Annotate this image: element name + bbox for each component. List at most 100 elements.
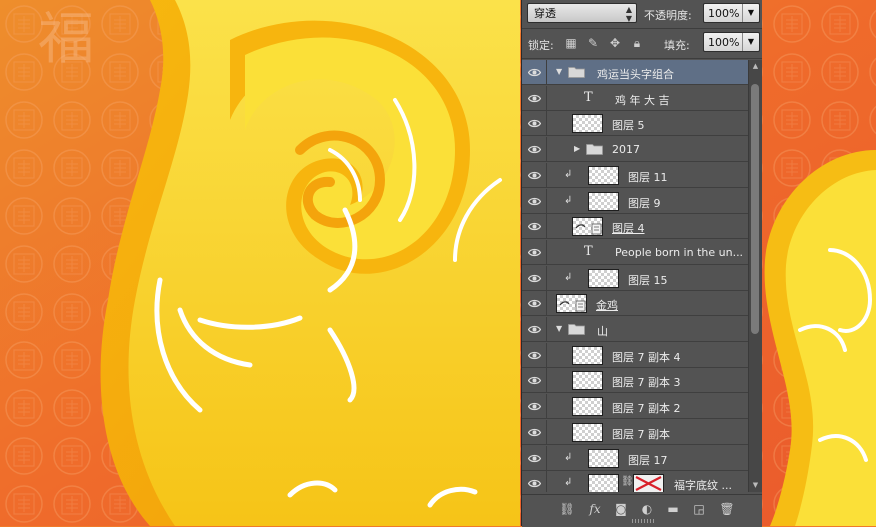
fu-character: 福 xyxy=(38,7,94,72)
layer-thumbnail[interactable] xyxy=(572,397,603,417)
group-expanded-triangle-icon[interactable]: ▼ xyxy=(556,67,566,77)
visibility-eye-icon[interactable] xyxy=(522,137,547,163)
layer-row[interactable]: ↲ 图层 17 xyxy=(522,445,748,471)
folder-icon xyxy=(586,143,603,155)
lock-position-move-icon[interactable]: ✥ xyxy=(608,36,622,50)
visibility-eye-icon[interactable] xyxy=(522,419,547,445)
layer-name: 图层 4 xyxy=(612,222,645,236)
blend-row: 穿透 ▲ ▼ 不透明度: 100% ▼ xyxy=(522,0,762,28)
clipping-mask-arrow-icon: ↲ xyxy=(564,477,573,489)
layers-scrollbar[interactable]: ▲ ▼ xyxy=(748,60,762,492)
layer-thumbnail[interactable] xyxy=(572,345,603,365)
layer-name: 图层 17 xyxy=(628,453,668,467)
scroll-thumb[interactable] xyxy=(751,84,759,334)
divider xyxy=(522,58,762,59)
opacity-value: 100% xyxy=(708,7,740,20)
layer-name: 山 xyxy=(597,325,608,338)
layer-thumbnail[interactable] xyxy=(556,294,587,314)
layer-thumbnail[interactable] xyxy=(588,448,619,468)
lock-label: 锁定: xyxy=(528,39,554,52)
layer-row[interactable]: 图层 4 xyxy=(522,214,748,240)
layer-name: 鸡 年 大 吉 xyxy=(615,93,670,107)
layer-row[interactable]: ↲ 图层 15 xyxy=(522,265,748,291)
fx-icon[interactable]: fx xyxy=(586,501,604,517)
trash-icon[interactable]: 🗑︎ xyxy=(718,501,736,517)
new-layer-icon[interactable]: ◲ xyxy=(690,501,708,517)
mask-icon[interactable]: ◙ xyxy=(612,501,630,517)
layer-row[interactable]: 图层 7 副本 xyxy=(522,419,748,445)
layer-row[interactable]: ▼ 山 xyxy=(522,317,748,342)
visibility-eye-icon[interactable] xyxy=(522,342,547,368)
lock-transparency-icon[interactable]: ▦ xyxy=(564,36,578,50)
layer-row[interactable]: 图层 5 xyxy=(522,111,748,137)
blend-mode-value: 穿透 xyxy=(534,7,556,20)
layer-row[interactable]: 图层 7 副本 2 xyxy=(522,394,748,420)
visibility-eye-icon[interactable] xyxy=(522,60,547,85)
layer-row[interactable]: T People born in the un... xyxy=(522,239,748,265)
group-expanded-triangle-icon[interactable]: ▼ xyxy=(556,324,566,334)
layer-thumbnail[interactable] xyxy=(588,268,619,288)
blend-mode-select[interactable]: 穿透 ▲ ▼ xyxy=(527,3,637,23)
layer-name: 图层 11 xyxy=(628,170,668,184)
link-icon[interactable]: ⛓ xyxy=(558,501,576,517)
visibility-eye-icon[interactable] xyxy=(522,265,547,291)
visibility-eye-icon[interactable] xyxy=(522,368,547,394)
folder-icon[interactable]: ▬ xyxy=(664,501,682,517)
layer-name: 图层 7 副本 3 xyxy=(612,376,681,390)
layer-name: 图层 7 副本 4 xyxy=(612,350,681,364)
layers-bottom-bar: ⛓ fx ◙ ◐ ▬ ◲ 🗑︎ xyxy=(522,494,762,527)
divider xyxy=(522,28,762,29)
visibility-eye-icon[interactable] xyxy=(522,188,547,214)
folder-icon xyxy=(568,66,585,78)
layer-row[interactable]: ↲ 图层 9 xyxy=(522,188,748,214)
layer-row[interactable]: ▶ 2017 xyxy=(522,137,748,163)
layers-list: ▼ 鸡运当头字组合 T 鸡 年 大 吉图层 5 ▶ 2017 ↲ 图层 11 ↲ 图层 9 图层 4… xyxy=(522,60,748,492)
opacity-label: 不透明度: xyxy=(644,9,692,22)
layer-row[interactable]: T鸡 年 大 吉 xyxy=(522,85,748,111)
layer-thumbnail[interactable] xyxy=(588,474,619,492)
lock-all-icon[interactable]: 🔒︎ xyxy=(630,36,644,50)
layer-thumbnail[interactable] xyxy=(572,217,603,237)
layer-row[interactable]: 图层 7 副本 3 xyxy=(522,368,748,394)
scroll-down-icon[interactable]: ▼ xyxy=(749,479,762,492)
visibility-eye-icon[interactable] xyxy=(522,85,547,111)
resize-grip[interactable] xyxy=(632,519,654,523)
layer-thumbnail[interactable] xyxy=(572,422,603,442)
clipping-mask-arrow-icon: ↲ xyxy=(564,451,573,463)
layer-name: 鸡运当头字组合 xyxy=(597,68,674,81)
clipping-mask-arrow-icon: ↲ xyxy=(564,168,573,180)
fill-field[interactable]: 100% ▼ xyxy=(703,32,760,52)
layer-row[interactable]: 金鸡 xyxy=(522,291,748,317)
text-layer-icon: T xyxy=(584,243,593,259)
lock-image-brush-icon[interactable]: ✎ xyxy=(586,36,600,50)
layer-thumbnail[interactable] xyxy=(588,165,619,185)
layer-thumbnail[interactable] xyxy=(588,191,619,211)
layer-thumbnail[interactable] xyxy=(572,114,603,134)
scroll-up-icon[interactable]: ▲ xyxy=(749,60,762,73)
visibility-eye-icon[interactable] xyxy=(522,291,547,317)
visibility-eye-icon[interactable] xyxy=(522,214,547,240)
visibility-eye-icon[interactable] xyxy=(522,111,547,137)
layer-name: 福字底纹 ... xyxy=(674,479,732,492)
visibility-eye-icon[interactable] xyxy=(522,445,547,471)
visibility-eye-icon[interactable] xyxy=(522,162,547,188)
layer-name: 图层 7 副本 2 xyxy=(612,402,681,416)
layer-row[interactable]: ↲ 图层 11 xyxy=(522,162,748,188)
chevron-down-icon[interactable]: ▼ xyxy=(742,4,759,22)
layer-thumbnail[interactable] xyxy=(572,371,603,391)
layer-mask-thumbnail[interactable] xyxy=(633,474,664,492)
group-collapsed-triangle-icon[interactable]: ▶ xyxy=(574,144,584,154)
visibility-eye-icon[interactable] xyxy=(522,471,547,492)
visibility-eye-icon[interactable] xyxy=(522,394,547,420)
layer-row[interactable]: ↲ ⛓ 福字底纹 ... xyxy=(522,471,748,492)
visibility-eye-icon[interactable] xyxy=(522,317,547,342)
layer-row[interactable]: ▼ 鸡运当头字组合 xyxy=(522,60,748,85)
chevron-down-icon[interactable]: ▼ xyxy=(742,33,759,51)
layer-name: People born in the un... xyxy=(615,245,744,259)
adjustment-icon[interactable]: ◐ xyxy=(638,501,656,517)
opacity-field[interactable]: 100% ▼ xyxy=(703,3,760,23)
layer-name: 图层 15 xyxy=(628,273,668,287)
visibility-eye-icon[interactable] xyxy=(522,239,547,265)
mask-link-icon[interactable]: ⛓ xyxy=(621,476,634,487)
layer-row[interactable]: 图层 7 副本 4 xyxy=(522,342,748,368)
